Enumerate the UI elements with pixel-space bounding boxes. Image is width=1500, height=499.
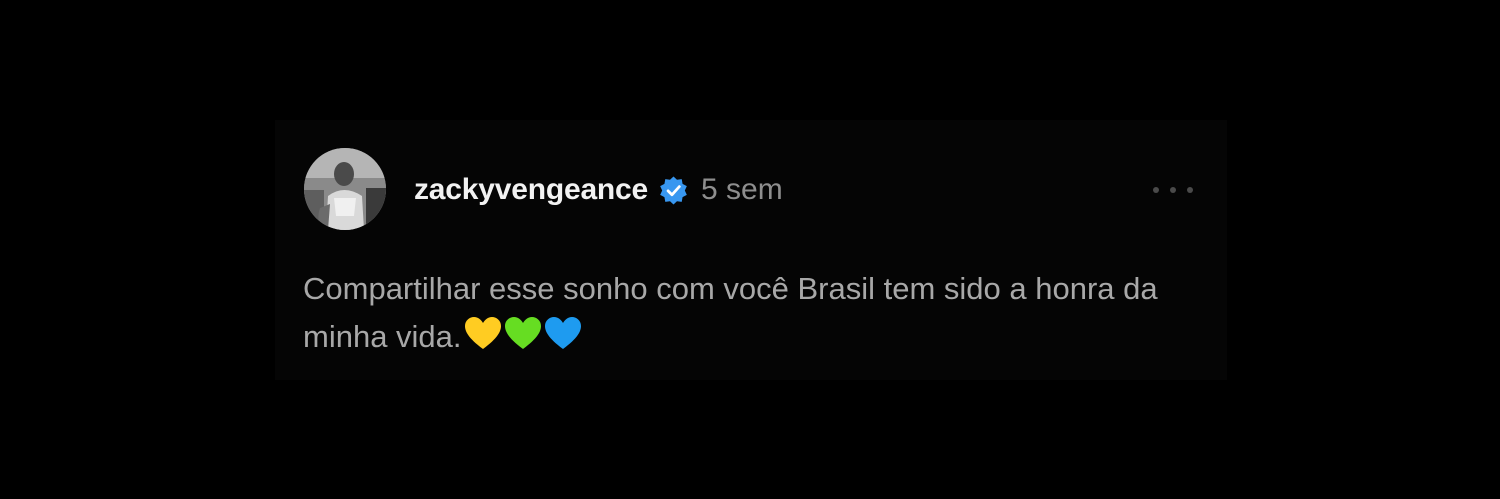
comment-header: zackyvengeance 5 sem — [414, 170, 783, 210]
verified-badge-icon — [658, 175, 689, 206]
comment-text: Compartilhar esse sonho com você Brasil … — [303, 271, 1158, 354]
avatar[interactable] — [304, 148, 386, 230]
yellow-heart-icon — [464, 317, 501, 349]
blue-heart-icon — [544, 317, 581, 349]
green-heart-icon — [504, 317, 541, 349]
more-horizontal-icon[interactable] — [1153, 182, 1193, 198]
heart-emojis — [464, 316, 582, 366]
avatar-image — [304, 148, 386, 230]
timestamp: 5 sem — [701, 173, 783, 206]
comment-card: zackyvengeance 5 sem Compartilhar esse s… — [275, 120, 1227, 380]
username[interactable]: zackyvengeance — [414, 173, 648, 207]
comment-text-block: Compartilhar esse sonho com você Brasil … — [303, 265, 1183, 366]
